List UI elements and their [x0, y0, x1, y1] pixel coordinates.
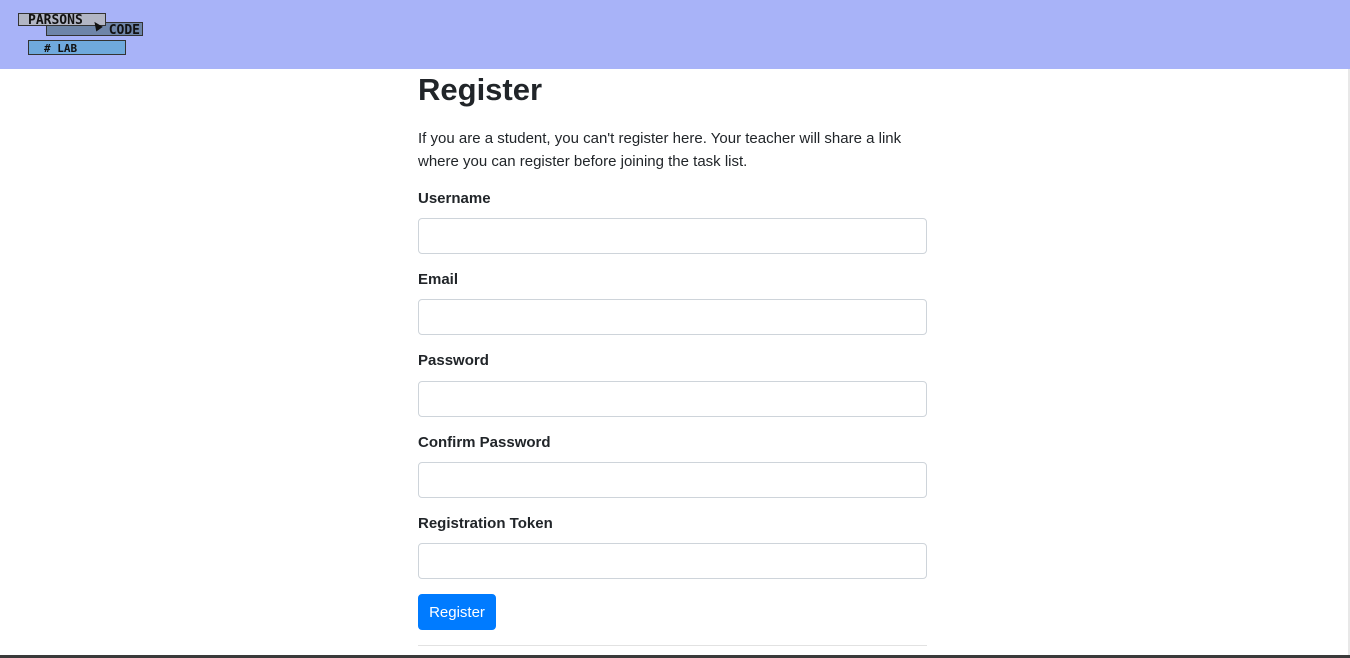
email-input[interactable]: [418, 299, 927, 335]
registration-token-label: Registration Token: [418, 515, 553, 532]
confirm-password-input[interactable]: [418, 462, 927, 498]
confirm-password-label: Confirm Password: [418, 434, 551, 451]
student-notice-text: If you are a student, you can't register…: [418, 130, 902, 170]
username-input[interactable]: [418, 218, 927, 254]
page-title: Register: [418, 72, 543, 107]
registration-token-input[interactable]: [418, 543, 927, 579]
logo-lab-text: # LAB: [28, 40, 126, 55]
register-button[interactable]: Register: [418, 594, 496, 630]
email-label: Email: [418, 271, 459, 288]
username-label: Username: [418, 190, 491, 207]
top-navbar: CODE PARSONS # LAB: [0, 0, 1350, 69]
password-label: Password: [418, 352, 489, 369]
password-input[interactable]: [418, 381, 927, 417]
divider: [418, 645, 927, 646]
parsons-code-lab-logo[interactable]: CODE PARSONS # LAB: [17, 12, 145, 58]
